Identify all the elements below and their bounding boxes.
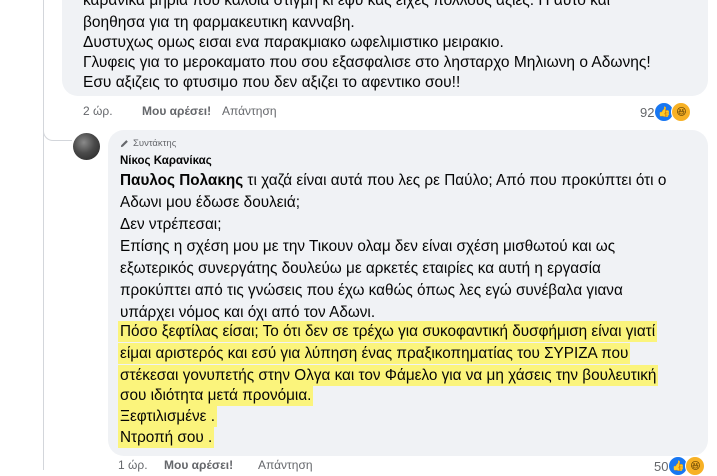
haha-reaction-icon: 😆 [671, 102, 692, 122]
pencil-icon [120, 140, 128, 148]
badge-label: Συντάκτης [133, 138, 177, 149]
reaction-count: 92 [640, 104, 655, 120]
reactions-summary[interactable]: 50 👍 😆 [654, 456, 706, 476]
highlight: Ντροπή σου . [120, 429, 213, 446]
thread-line [43, 118, 44, 470]
highlight: σου ιδιότητα μετά προνόμια. [120, 387, 312, 404]
highlighted-text-line: Ντροπή σου . [120, 429, 213, 447]
comment-text-line: Δεν ντρέπεσαι; [120, 216, 222, 233]
highlighted-text-line: είμαι αριστερός και εσύ για λύπηση ένας … [120, 345, 629, 363]
comment-text-line: Δυστυχως ομως εισαι ενα παρακμιακο ωφελι… [83, 34, 504, 51]
reactions-summary[interactable]: 92 👍 😆 [640, 102, 692, 122]
reaction-count: 50 [654, 458, 669, 474]
comment-text-line: εξωτερικός συνεργάτης δουλεύω με αρκετές… [120, 260, 601, 277]
highlight: Ξεφτιλισμένε . [120, 408, 215, 425]
author-name[interactable]: Νίκος Καρανίκας [120, 155, 212, 167]
comment-text-line: βοηθησα για τη φαρμακευτικη κανναβη. [83, 14, 355, 31]
haha-reaction-icon: 😆 [685, 456, 706, 476]
comment-text-line: υπάρχει νόμος και όχι από τον Αδωνι. [120, 304, 376, 321]
comment-time[interactable]: 2 ώρ. [83, 104, 113, 118]
comment-text-line: καρανικα μηρια που καλοια στιγμη κι εφυ … [83, 0, 611, 9]
comment-text-line: προκύπτει από τις γνώσεις που έχω καθώς … [120, 282, 623, 299]
highlighted-text-line: στέκεσαι γονυπετής στην Ολγα και τον Φάμ… [120, 367, 657, 385]
highlight: είμαι αριστερός και εσύ για λύπηση ένας … [120, 345, 629, 362]
highlighted-text-line: Ξεφτιλισμένε . [120, 408, 215, 426]
like-label: Μου αρέσει! [142, 104, 212, 118]
like-button[interactable]: Μου αρέσει! [142, 104, 211, 118]
comment-text-line: Γλυφεις για το μεροκαματο που σου εξασφα… [83, 54, 651, 71]
highlight: Πόσο ξεφτίλας είσαι; Το ότι δεν σε τρέχω… [120, 323, 656, 340]
highlighted-text-line: σου ιδιότητα μετά προνόμια. [120, 387, 312, 405]
avatar[interactable] [73, 133, 100, 160]
mention-link[interactable]: Παυλος Πολακης [120, 172, 243, 189]
comment-text-line: Εσυ αξιζεις το φτυσιμο που δεν αξιζει το… [83, 74, 461, 91]
comment-text: τι χαζά είναι αυτά που λες ρε Παύλο; Από… [243, 172, 667, 189]
comment-text-line: Επίσης η σχέση μου με την Τικουν ολαμ δε… [120, 238, 616, 255]
thread-line [43, 0, 44, 118]
highlighted-text-line: Πόσο ξεφτίλας είσαι; Το ότι δεν σε τρέχω… [120, 323, 656, 341]
highlight: στέκεσαι γονυπετής στην Ολγα και τον Φάμ… [120, 367, 657, 384]
comment-text-line: Αδωνι μου έδωσε δουλειά; [120, 194, 301, 211]
comment-text-line: Παυλος Πολακης τι χαζά είναι αυτά που λε… [120, 172, 666, 190]
author-badge: Συντάκτης [120, 138, 176, 149]
reply-button[interactable]: Απάντηση [222, 104, 277, 118]
comment-thread: καρανικα μηρια που καλοια στιγμη κι εφυ … [0, 0, 717, 476]
reply-connector [43, 118, 72, 141]
